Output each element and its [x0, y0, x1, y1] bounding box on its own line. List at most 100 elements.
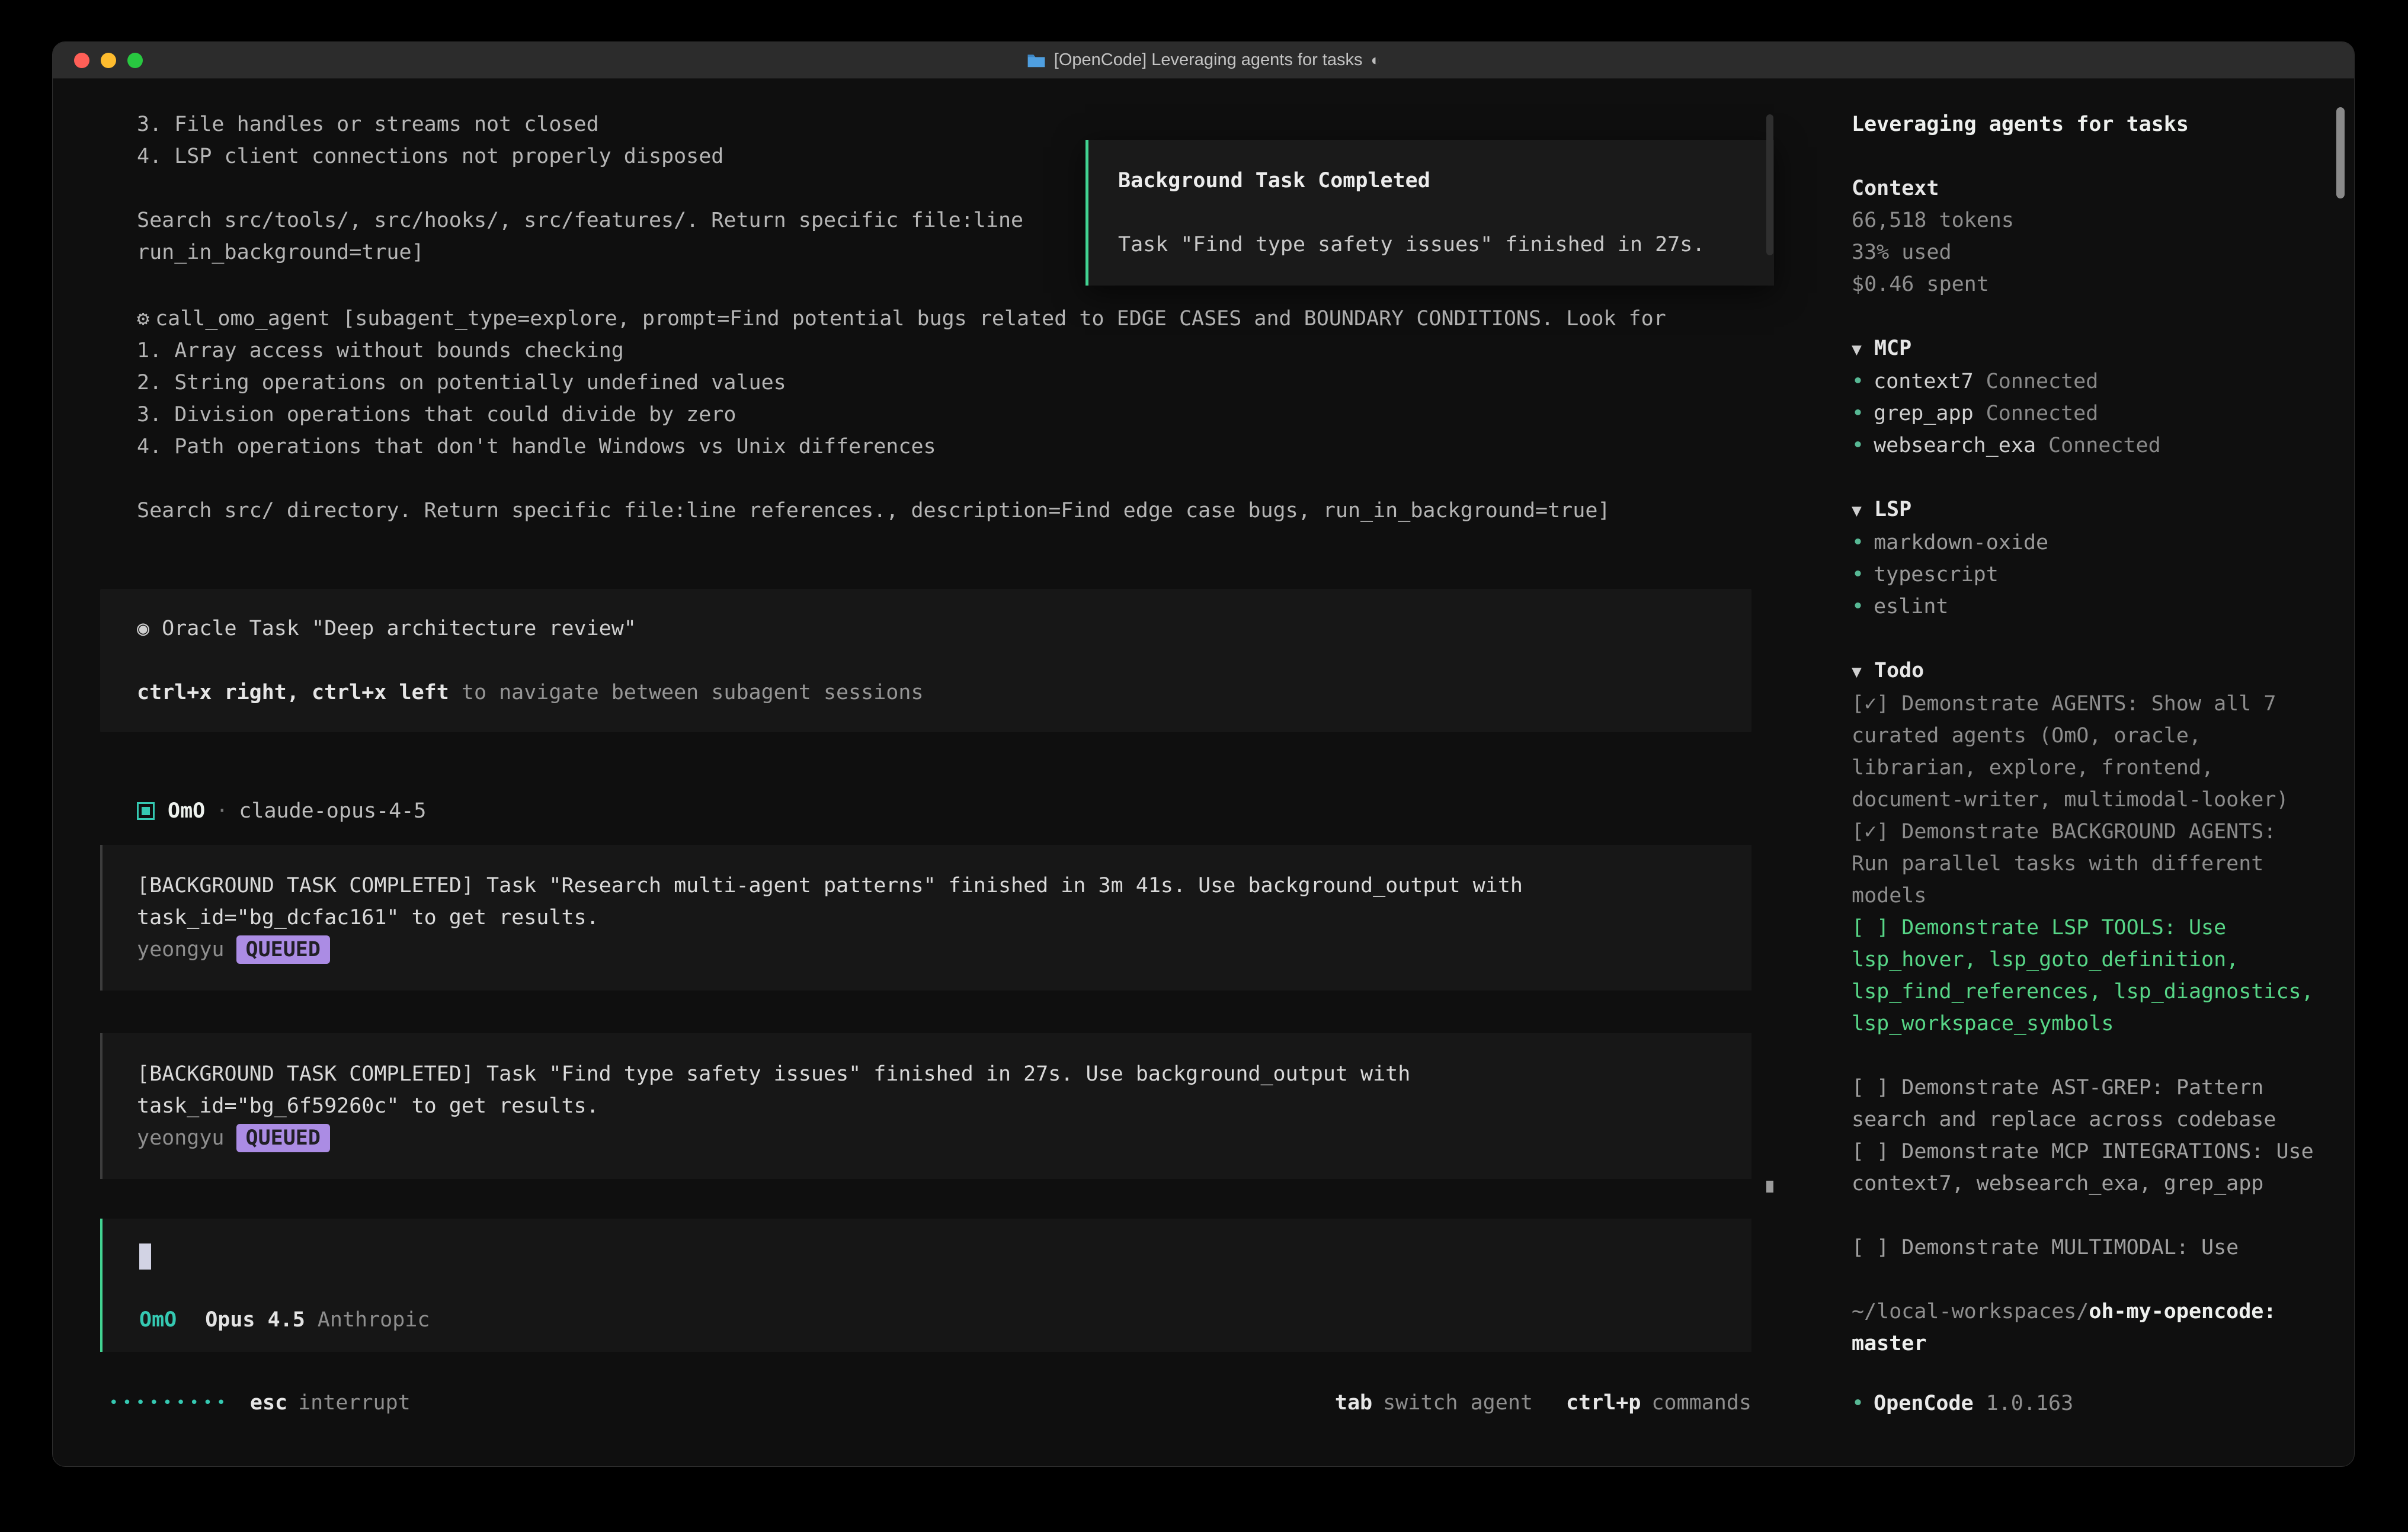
todo-text: Demonstrate BACKGROUND AGENTS: Run paral… [1852, 820, 2289, 908]
gear-icon: ⚙ [137, 307, 149, 331]
mcp-item: • websearch_exa Connected [1852, 430, 2320, 461]
collapse-triangle-icon: ▼ [1852, 501, 1862, 520]
lsp-name: markdown-oxide [1874, 527, 2048, 559]
todo-item: [ ] Demonstrate MCP INTEGRATIONS: Use co… [1852, 1136, 2320, 1200]
lsp-item: • typescript [1852, 559, 2320, 591]
queued-badge: QUEUED [236, 1124, 330, 1152]
todo-checkbox: [ ] [1852, 1076, 1889, 1100]
context-used: 33% used [1852, 236, 2320, 268]
sidebar-scrollbar-thumb[interactable] [2336, 107, 2345, 198]
message-text: [BACKGROUND TASK COMPLETED] Task "Find t… [137, 1058, 1717, 1090]
todo-item: [✓] Demonstrate AGENTS: Show all 7 curat… [1852, 688, 2320, 816]
traffic-lights [74, 42, 143, 79]
agent-name: OmO [168, 799, 205, 823]
ctrlp-key-label: commands [1651, 1391, 1751, 1415]
shortcut-hint: to navigate between subagent sessions [449, 681, 924, 704]
model-name: claude-opus-4-5 [239, 799, 426, 823]
todo-text: Demonstrate LSP TOOLS: Use lsp_hover, ls… [1852, 916, 2326, 1036]
background-task-toast[interactable]: Background Task Completed Task "Find typ… [1085, 140, 1774, 286]
text-cursor-icon [139, 1243, 151, 1270]
todo-checkbox: [ ] [1852, 1236, 1889, 1259]
todo-text: Demonstrate AST-GREP: Pattern search and… [1852, 1076, 2276, 1132]
queued-badge: QUEUED [236, 935, 330, 964]
session-spinner-icon: ◐ [1371, 51, 1381, 69]
section-lsp-heading[interactable]: ▼ LSP [1852, 493, 2320, 527]
lsp-name: eslint [1874, 591, 1948, 623]
mcp-name: websearch_exa [1874, 430, 2036, 461]
mcp-name: context7 [1874, 366, 1974, 398]
tool-call-line: 1. Array access without bounds checking [137, 335, 1751, 367]
lsp-item: • eslint [1852, 591, 2320, 623]
toast-body: Task "Find type safety issues" finished … [1118, 229, 1744, 261]
app-name: OpenCode [1874, 1392, 1974, 1415]
mcp-status: Connected [2048, 430, 2161, 461]
workspace-path: ~/local-workspaces/oh-my-opencode: maste… [1852, 1296, 2320, 1360]
todo-checkbox: [✓] [1852, 692, 1889, 716]
statusbar: ••••••••• esc interrupt tab switch agent… [109, 1387, 1751, 1419]
todo-checkbox: [ ] [1852, 1140, 1889, 1164]
minimize-button[interactable] [101, 53, 116, 68]
opencode-window: [OpenCode] Leveraging agents for tasks ◐… [52, 41, 2355, 1467]
section-mcp-heading[interactable]: ▼ MCP [1852, 332, 2320, 366]
input-model-name: Opus 4.5 [205, 1308, 305, 1332]
titlebar[interactable]: [OpenCode] Leveraging agents for tasks ◐ [53, 42, 2354, 79]
tab-key-hint: tab [1335, 1391, 1372, 1415]
window-title: [OpenCode] Leveraging agents for tasks [1054, 50, 1363, 70]
lsp-label: LSP [1874, 498, 1911, 521]
agent-header: OmO · claude-opus-4-5 [137, 795, 1751, 827]
todo-item: [✓] Demonstrate BACKGROUND AGENTS: Run p… [1852, 816, 2320, 912]
main-scrollbar-thumb[interactable] [1766, 114, 1773, 255]
toast-title: Background Task Completed [1118, 165, 1744, 197]
message-card: [BACKGROUND TASK COMPLETED] Task "Find t… [100, 1033, 1751, 1179]
todo-checkbox: [✓] [1852, 820, 1889, 844]
message-text: task_id="bg_dcfac161" to get results. [137, 902, 1717, 934]
tool-call-line: 3. Division operations that could divide… [137, 399, 1751, 431]
close-button[interactable] [74, 53, 89, 68]
ctrlp-key-hint: ctrl+p [1566, 1391, 1641, 1415]
bullet-icon: • [1852, 1392, 1864, 1415]
tab-key-label: switch agent [1383, 1391, 1533, 1415]
app-version: • OpenCode 1.0.163 [1852, 1392, 2320, 1415]
todo-checkbox: [ ] [1852, 916, 1889, 940]
mcp-item: •grep_appConnected [1852, 398, 2320, 430]
tool-call-line: 2. String operations on potentially unde… [137, 367, 1751, 399]
tool-call-line: call_omo_agent [subagent_type=explore, p… [155, 307, 1666, 331]
tool-call-line: Search src/ directory. Return specific f… [137, 495, 1751, 527]
separator-dot: · [216, 799, 228, 823]
lsp-name: typescript [1874, 559, 1999, 591]
prompt-input[interactable]: OmO Opus 4.5 Anthropic [100, 1219, 1751, 1352]
author: yeongyu [137, 938, 225, 961]
lsp-item: •markdown-oxide [1852, 527, 2320, 559]
esc-key-hint: esc [250, 1391, 287, 1415]
bullet-icon: • [1852, 559, 1864, 591]
context-spent: $0.46 spent [1852, 268, 2320, 300]
zoom-button[interactable] [127, 53, 143, 68]
mcp-status: Connected [1986, 366, 2099, 398]
bullet-icon: • [1852, 591, 1864, 623]
collapse-triangle-icon: ▼ [1852, 662, 1862, 681]
input-agent-name: OmO [139, 1308, 177, 1332]
workspace-prefix: ~/local-workspaces/ [1852, 1300, 2089, 1323]
activity-dots-icon: ••••••••• [109, 1394, 230, 1412]
esc-key-label: interrupt [298, 1391, 411, 1415]
tool-call-line: 4. Path operations that don't handle Win… [137, 431, 1751, 463]
sidebar: Leveraging agents for tasks Context 66,5… [1781, 79, 2354, 1466]
todo-text: Demonstrate MCP INTEGRATIONS: Use contex… [1852, 1140, 2326, 1196]
todo-text: Demonstrate MULTIMODAL: Use [1901, 1236, 2239, 1259]
oracle-task-title: Oracle Task "Deep architecture review" [162, 617, 636, 640]
bullet-icon: • [1852, 398, 1864, 430]
context-tokens: 66,518 tokens [1852, 204, 2320, 236]
mcp-item: • context7 Connected [1852, 366, 2320, 398]
session-title: Leveraging agents for tasks [1852, 108, 2320, 140]
bullet-icon: • [1852, 366, 1864, 398]
bullet-icon: • [1852, 430, 1864, 461]
tool-call-block: ⚙call_omo_agent [subagent_type=explore, … [137, 303, 1751, 527]
author: yeongyu [137, 1126, 225, 1150]
message-text: task_id="bg_6f59260c" to get results. [137, 1090, 1717, 1122]
tool-call-line [137, 463, 1751, 495]
section-todo-heading[interactable]: ▼ Todo [1852, 655, 2320, 688]
oracle-icon: ◉ [137, 617, 149, 640]
main-area: 3. File handles or streams not closed 4.… [53, 79, 1781, 1466]
shortcut-keys: ctrl+x right, ctrl+x left [137, 681, 449, 704]
context-heading: Context [1852, 172, 2320, 204]
